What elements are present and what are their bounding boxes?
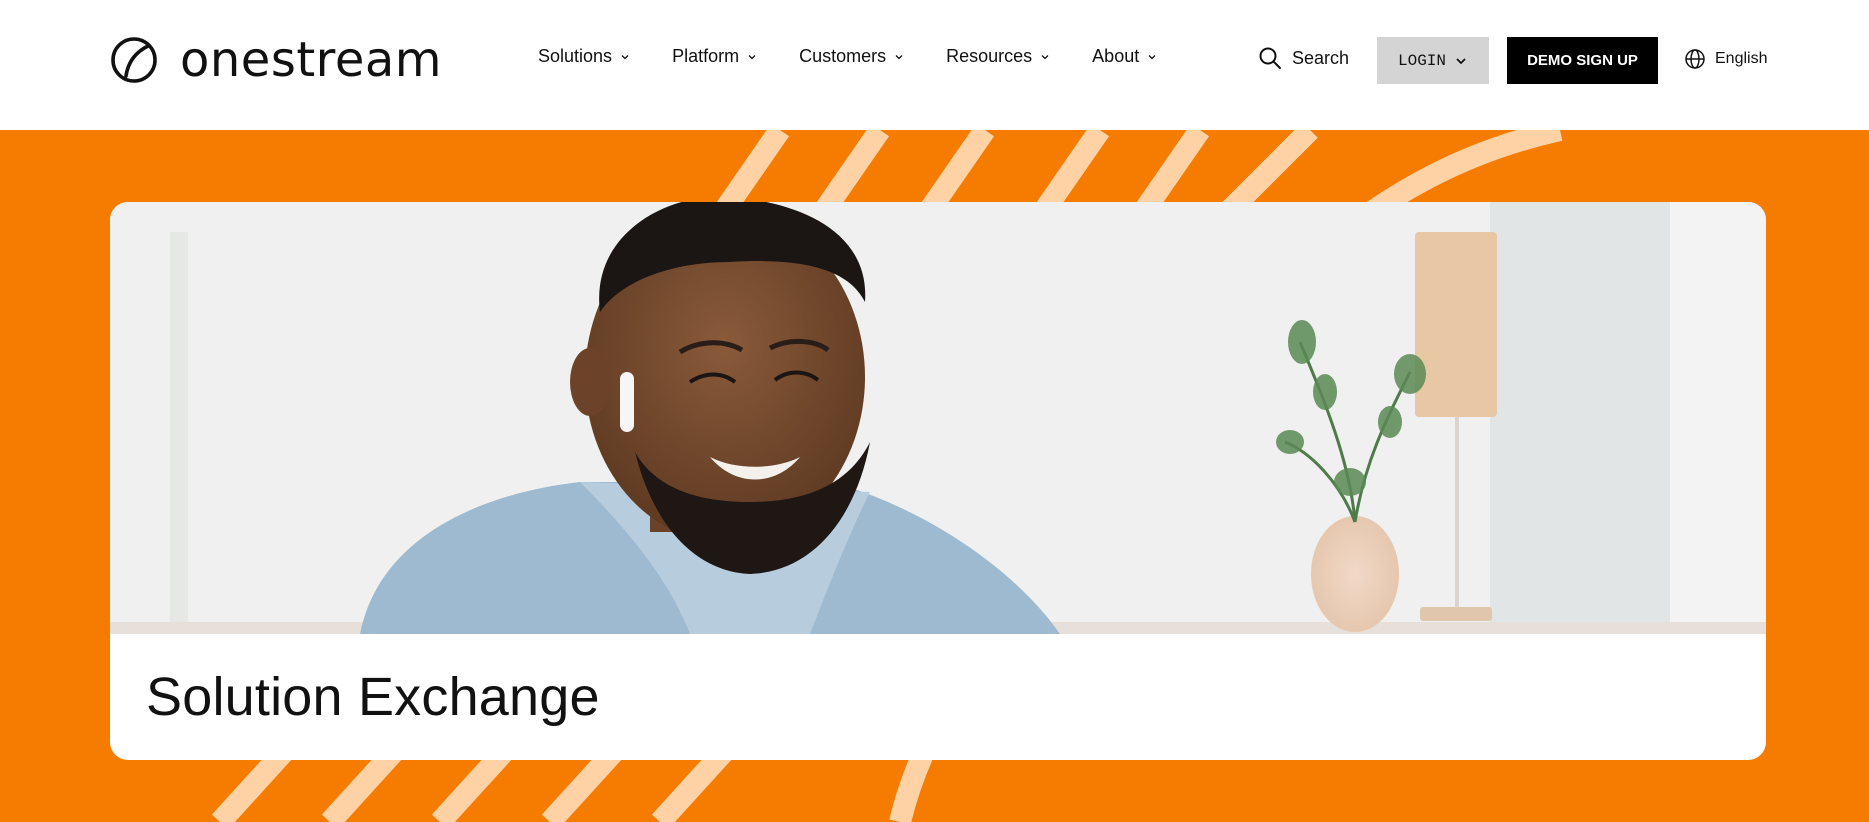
main-nav: Solutions Platform Customers Resources A… xyxy=(538,46,1199,67)
demo-label: DEMO SIGN UP xyxy=(1527,52,1638,69)
logo[interactable]: onestream xyxy=(110,34,442,86)
chevron-down-icon xyxy=(1456,57,1466,64)
chevron-down-icon xyxy=(1041,54,1049,59)
language-label: English xyxy=(1715,50,1768,67)
chevron-down-icon xyxy=(621,54,629,59)
nav-item-label: Platform xyxy=(672,46,740,66)
nav-item-about[interactable]: About xyxy=(1092,46,1157,67)
globe-icon xyxy=(1685,49,1705,69)
search-icon xyxy=(1259,47,1281,69)
nav-item-label: About xyxy=(1092,46,1140,66)
site-header: onestream Solutions Platform Customers R… xyxy=(0,0,1869,130)
login-label: LOGIN xyxy=(1397,51,1446,70)
smiling-man-with-earbud-photo xyxy=(110,202,1766,634)
hero-section: Solution Exchange xyxy=(0,130,1869,822)
card-title-area: Solution Exchange xyxy=(110,634,1766,760)
language-selector[interactable]: English xyxy=(1684,48,1767,70)
nav-item-label: Resources xyxy=(946,46,1033,66)
onestream-logo-icon xyxy=(111,37,157,83)
nav-item-platform[interactable]: Platform xyxy=(672,46,757,67)
chevron-down-icon xyxy=(1148,54,1156,59)
chevron-down-icon xyxy=(748,54,756,59)
chevron-down-icon xyxy=(895,54,903,59)
nav-item-label: Solutions xyxy=(538,46,613,66)
nav-item-resources[interactable]: Resources xyxy=(946,46,1050,67)
brand-name: onestream xyxy=(180,32,443,88)
page-title: Solution Exchange xyxy=(146,667,600,727)
nav-item-customers[interactable]: Customers xyxy=(799,46,904,67)
hero-card: Solution Exchange xyxy=(110,202,1766,760)
search-button[interactable]: Search xyxy=(1258,46,1349,70)
nav-item-label: Customers xyxy=(799,46,887,66)
search-label: Search xyxy=(1292,47,1350,68)
nav-item-solutions[interactable]: Solutions xyxy=(538,46,630,67)
login-button[interactable]: LOGIN xyxy=(1377,37,1489,84)
demo-sign-up-button[interactable]: DEMO SIGN UP xyxy=(1507,37,1658,84)
